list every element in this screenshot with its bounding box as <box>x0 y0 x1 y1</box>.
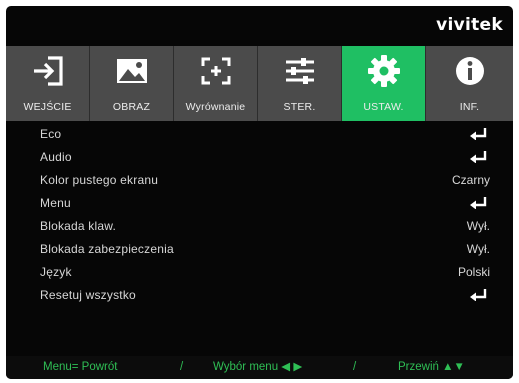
image-icon <box>90 53 173 89</box>
tab-wyrownanie[interactable]: Wyrównanie <box>174 46 258 121</box>
menu-item-value: Wył. <box>466 242 490 256</box>
sliders-icon <box>258 53 341 89</box>
menu-item-label: Resetuj wszystko <box>40 288 136 302</box>
menu-item-audio[interactable]: Audio <box>6 146 513 168</box>
footer-scroll-hint: Przewiń ▲▼ <box>398 361 465 373</box>
gear-icon <box>342 53 425 89</box>
tab-inf[interactable]: INF. <box>426 46 513 121</box>
menu-item-menu[interactable]: Menu <box>6 192 513 214</box>
menu-item-blank-screen-color[interactable]: Kolor pustego ekranu Czarny <box>6 169 513 191</box>
footer-separator: / <box>180 361 184 373</box>
info-icon <box>426 53 513 89</box>
enter-icon <box>470 289 487 301</box>
menu-item-label: Język <box>40 265 72 279</box>
enter-icon <box>470 128 487 140</box>
input-icon <box>6 53 89 89</box>
footer-hint-bar: Menu= Powrót / Wybór menu ◀ ▶ / Przewiń … <box>6 356 513 379</box>
brand-logo: vivitek <box>436 15 503 35</box>
enter-icon <box>470 151 487 163</box>
footer-select-hint: Wybór menu ◀ ▶ <box>213 361 303 373</box>
tab-label: INF. <box>459 101 480 113</box>
tab-label: STER. <box>283 101 316 113</box>
menu-item-label: Menu <box>40 196 71 210</box>
settings-menu-list: Eco Audio Kolor pustego ekranu Czarny Me… <box>6 122 513 358</box>
menu-item-value: Wył. <box>466 219 490 233</box>
tab-label: WEJŚCIE <box>23 101 72 113</box>
tab-label: USTAW. <box>363 101 404 113</box>
menu-item-security-lock[interactable]: Blokada zabezpieczenia Wył. <box>6 238 513 260</box>
menu-item-value: Czarny <box>451 173 490 187</box>
tab-bar: WEJŚCIE OBRAZ Wyrównanie STER. USTAW. IN… <box>6 46 513 121</box>
footer-back-hint: Menu= Powrót <box>43 361 118 373</box>
menu-item-label: Eco <box>40 127 62 141</box>
enter-icon <box>470 197 487 209</box>
tab-wejscie[interactable]: WEJŚCIE <box>6 46 90 121</box>
tab-label: OBRAZ <box>112 101 151 113</box>
menu-item-value: Polski <box>457 265 490 279</box>
alignment-icon <box>174 53 257 89</box>
menu-item-language[interactable]: Język Polski <box>6 261 513 283</box>
menu-item-label: Audio <box>40 150 72 164</box>
menu-item-reset-all[interactable]: Resetuj wszystko <box>6 284 513 306</box>
osd-menu: vivitek WEJŚCIE OBRAZ Wyrównanie STER. U… <box>6 6 513 379</box>
tab-obraz[interactable]: OBRAZ <box>90 46 174 121</box>
tab-ster[interactable]: STER. <box>258 46 342 121</box>
menu-item-label: Blokada klaw. <box>40 219 116 233</box>
menu-item-key-lock[interactable]: Blokada klaw. Wył. <box>6 215 513 237</box>
menu-item-label: Blokada zabezpieczenia <box>40 242 174 256</box>
menu-item-eco[interactable]: Eco <box>6 123 513 145</box>
footer-separator: / <box>353 361 357 373</box>
menu-item-label: Kolor pustego ekranu <box>40 173 159 187</box>
tab-label: Wyrównanie <box>185 101 246 113</box>
tab-ustaw[interactable]: USTAW. <box>342 46 426 121</box>
